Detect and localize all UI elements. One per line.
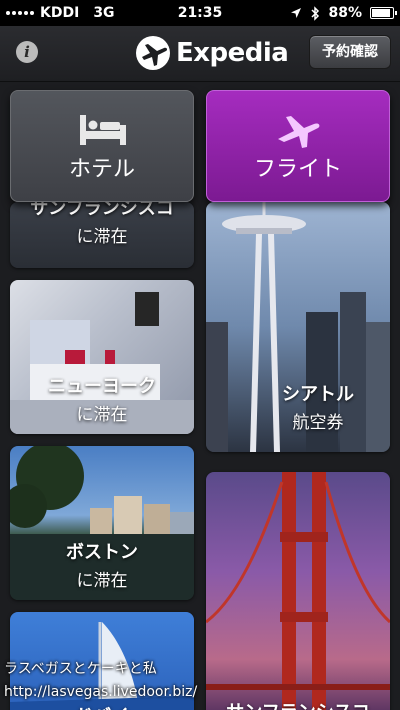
location-arrow-icon — [291, 8, 302, 18]
bed-icon — [80, 115, 126, 145]
tile-subtitle: に滞在 — [76, 227, 128, 247]
tile-title: ニューヨーク — [48, 376, 156, 397]
hotel-category-button[interactable]: ホテル — [10, 90, 194, 202]
tile-san-francisco-flight[interactable]: サンフランシスコ — [206, 472, 390, 710]
tile-title: サンフランシスコ — [206, 698, 390, 710]
tile-boston-stay[interactable]: ボストン に滞在 — [10, 446, 194, 600]
expedia-logo: Expedia — [136, 36, 289, 70]
flight-category-label: フライト — [253, 157, 342, 182]
watermark-title: ラスベガスとケーキと私 — [4, 661, 157, 677]
hotel-category-label: ホテル — [68, 157, 135, 182]
tile-title: サンフランシスコ — [30, 202, 174, 219]
booking-confirmation-button[interactable]: 予約確認 — [309, 35, 391, 69]
tile-seattle-flight[interactable]: シアトル 航空券 — [206, 202, 390, 452]
status-bar: KDDI 3G 21:35 88% — [0, 0, 400, 26]
battery-icon — [370, 7, 397, 19]
tile-title: ボストン — [66, 542, 138, 563]
watermark-url: http://lasvegas.livedoor.biz/ — [4, 684, 198, 700]
navigation-bar: i Expedia 予約確認 — [0, 26, 400, 82]
battery-level — [372, 9, 390, 17]
tile-subtitle: 航空券 — [292, 413, 344, 433]
expedia-globe-icon — [136, 36, 170, 70]
tile-san-francisco-stay[interactable]: サンフランシスコ に滞在 — [10, 202, 194, 268]
info-icon[interactable]: i — [16, 41, 38, 63]
tile-title: ドバイ — [10, 702, 194, 710]
destination-grid[interactable]: サンフランシスコ に滞在 ニューヨーク に滞在 ボストン に滞在 シアトル 航空… — [0, 82, 400, 710]
tile-title: シアトル — [282, 384, 354, 405]
tile-subtitle: に滞在 — [76, 405, 128, 425]
tile-new-york-stay[interactable]: ニューヨーク に滞在 — [10, 280, 194, 434]
golden-gate-bridge-photo — [206, 472, 390, 710]
flight-category-button[interactable]: フライト — [206, 90, 390, 202]
battery-percentage: 88% — [328, 5, 362, 21]
tile-subtitle: に滞在 — [76, 571, 128, 591]
bluetooth-icon — [311, 5, 320, 21]
logo-text: Expedia — [176, 38, 289, 68]
airplane-icon — [278, 116, 320, 148]
